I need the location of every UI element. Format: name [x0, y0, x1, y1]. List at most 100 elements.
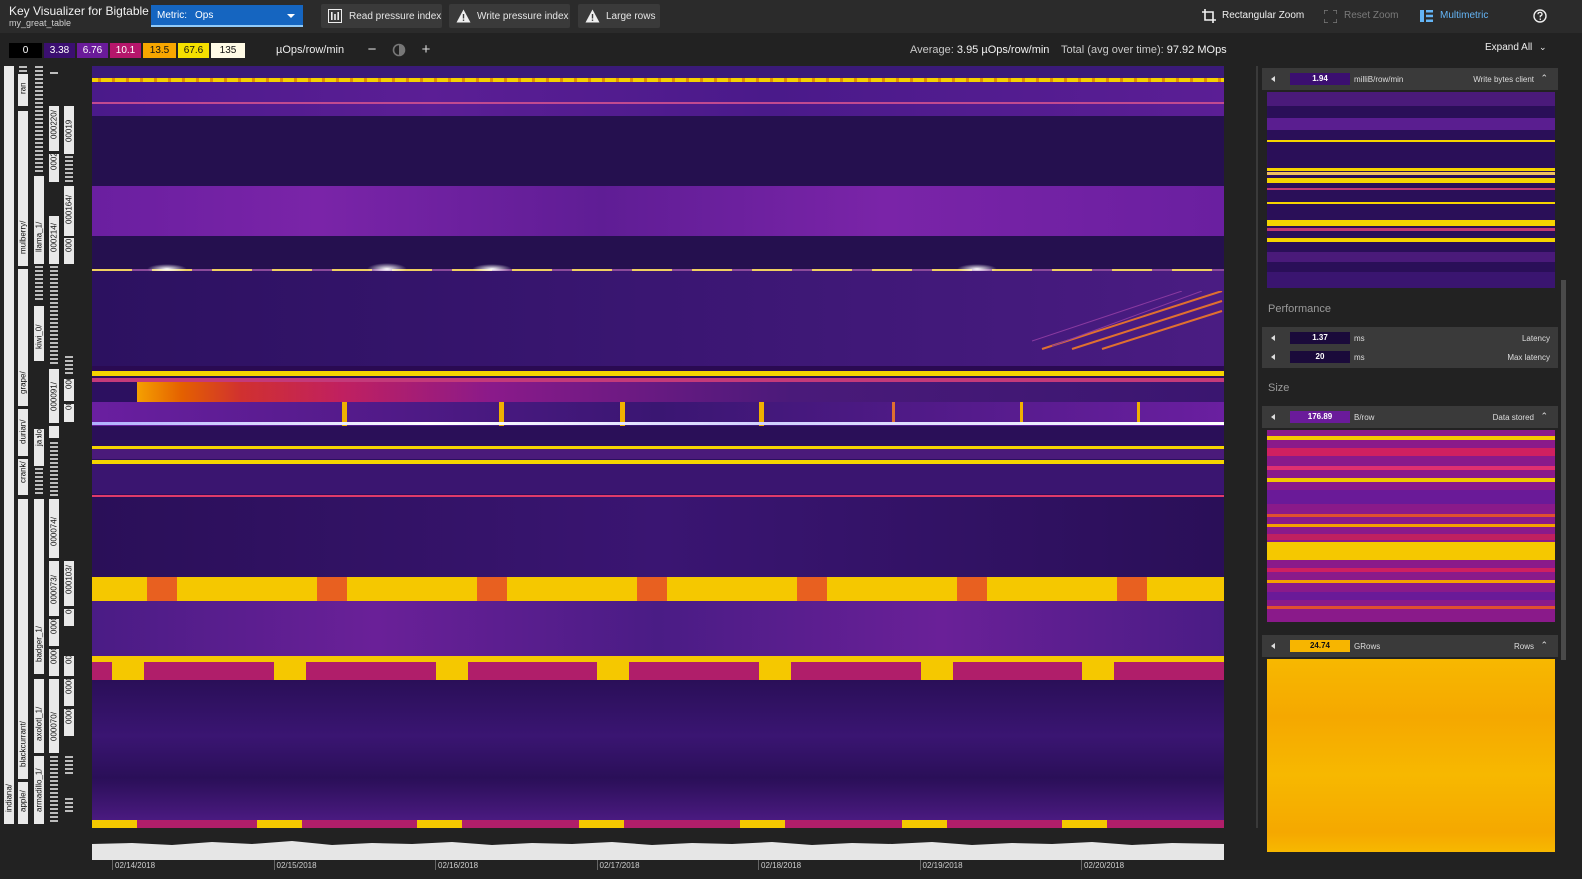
key-0001[interactable]: 0001 [64, 238, 74, 264]
write-bytes-value: 1.94 [1290, 73, 1350, 85]
average-label: Average: [910, 44, 954, 56]
bar-chart-icon [328, 9, 342, 26]
key-prefix-indiana[interactable]: indiana/ [4, 66, 14, 824]
multimetric-label: Multimetric [1440, 10, 1489, 21]
key-prefix-apple[interactable]: apple/ [18, 782, 28, 824]
key-prefix-badger[interactable]: badger_1/ [34, 499, 44, 674]
key-prefix-grape[interactable]: grape/ [18, 269, 28, 406]
key-000074[interactable]: 000074/ [49, 499, 59, 558]
panel-divider[interactable] [1256, 66, 1258, 828]
key-prefix-ran[interactable]: ran [18, 74, 28, 106]
time-tick-label: 02/19/2018 [919, 860, 963, 870]
fullscreen-icon [1324, 10, 1337, 23]
scale-stop-2: 6.76 [77, 43, 108, 58]
time-tick-label: 02/20/2018 [1081, 860, 1124, 870]
decrease-brightness-icon[interactable]: − [363, 40, 381, 60]
help-icon[interactable] [1533, 9, 1547, 23]
multimetric-panel: 1.94 milliB/row/min Write bytes client ⌃… [1262, 66, 1562, 866]
key-000-c[interactable]: 000 [64, 379, 74, 401]
right-panel-scrollbar[interactable] [1561, 280, 1566, 660]
average-stat: Average: 3.95 µOps/row/min [910, 44, 1049, 56]
key-prefix-armadillo[interactable]: armadillo_1/ [34, 756, 44, 824]
key-prefix-ja[interactable]: ja [34, 438, 44, 458]
scale-stop-0: 0 [9, 43, 42, 58]
top-toolbar: Key Visualizer for Bigtable my_great_tab… [0, 0, 1582, 33]
read-pressure-button[interactable]: Read pressure index [321, 4, 442, 28]
max-latency-row[interactable]: 20 ms Max latency [1262, 346, 1558, 368]
arrow-left-icon [1271, 76, 1275, 82]
key-000073[interactable]: 000073/ [49, 561, 59, 616]
rows-unit: GRows [1354, 642, 1381, 651]
key-prefix-durian[interactable]: durian/ [18, 409, 28, 456]
app-title: Key Visualizer for Bigtable [9, 4, 149, 18]
latency-value: 1.37 [1290, 332, 1350, 344]
key-visualizer-heatmap[interactable] [92, 66, 1224, 828]
read-pressure-label: Read pressure index [349, 11, 442, 22]
scale-stop-5: 67.6 [178, 43, 209, 58]
multimetric-icon [1420, 10, 1433, 22]
rows-name: Rows [1513, 642, 1534, 651]
time-tick-label: 02/18/2018 [758, 860, 801, 870]
write-bytes-heatmap[interactable] [1267, 92, 1555, 288]
write-bytes-header[interactable]: 1.94 milliB/row/min Write bytes client ⌃ [1262, 68, 1558, 90]
rows-header[interactable]: 24.74 GRows Rows ⌃ [1262, 635, 1558, 657]
write-pressure-button[interactable]: Write pressure index [449, 4, 570, 28]
metric-label: Metric: [157, 10, 187, 21]
color-scale-bar: 0 3.38 6.76 10.1 13.5 67.6 135 µOps/row/min − … [0, 33, 1582, 66]
key-prefix-kiwi[interactable]: kiwi_0/ [34, 306, 44, 361]
ops-timeline-sparkline [92, 841, 1224, 860]
key-000220[interactable]: 000220/ [49, 106, 59, 151]
chevron-up-icon: ⌃ [1540, 411, 1548, 421]
key-0000-a[interactable]: 0000 [49, 649, 59, 676]
data-stored-heatmap[interactable] [1267, 430, 1555, 622]
key-prefix-mulberry[interactable]: mulberry/ [18, 111, 28, 266]
time-axis: 02/14/2018 02/15/2018 02/16/2018 02/17/2018… [92, 860, 1224, 872]
rows-value: 24.74 [1290, 640, 1350, 652]
arrow-left-icon [1271, 335, 1275, 341]
scale-unit: µOps/row/min [276, 44, 345, 56]
large-rows-button[interactable]: Large rows [578, 4, 660, 28]
key-prefix-crank[interactable]: crank/ [18, 459, 28, 495]
performance-section-title: Performance [1268, 303, 1331, 315]
brightness-icon[interactable] [390, 40, 408, 60]
arrow-left-icon [1271, 414, 1275, 420]
total-stat: Total (avg over time): 97.92 MOps [1061, 44, 1227, 56]
key-000164[interactable]: 000164/ [64, 186, 74, 236]
chevron-up-icon: ⌃ [1540, 73, 1548, 83]
key-0002[interactable]: 0002 [49, 154, 59, 182]
rows-heatmap[interactable] [1267, 659, 1555, 852]
key-0[interactable]: 0 [49, 426, 59, 438]
time-tick-label: 02/17/2018 [596, 860, 640, 870]
key-0000-b[interactable]: 0000 [49, 619, 59, 646]
warning-icon [456, 9, 471, 26]
scale-stop-1: 3.38 [44, 43, 75, 58]
key-000-b[interactable]: 000 [64, 609, 74, 626]
key-prefix-llama[interactable]: llama_1/ [34, 176, 44, 264]
latency-name: Latency [1521, 334, 1550, 343]
arrow-left-icon [1271, 643, 1275, 649]
dropdown-caret-icon [287, 14, 295, 18]
key-prefix-axolotl[interactable]: axolotl_1/ [34, 679, 44, 753]
key-prefix-blackcurrant[interactable]: blackcurrant/ [18, 499, 28, 779]
arrow-left-icon [1271, 354, 1275, 360]
scale-stop-3: 10.1 [110, 43, 141, 58]
key-00019[interactable]: 00019 [64, 106, 74, 154]
key-000-d[interactable]: 000 [64, 404, 74, 422]
metric-value: Ops [195, 10, 214, 21]
key-000070[interactable]: 000070/ [49, 679, 59, 753]
diagonal-streaks [1032, 291, 1223, 350]
latency-unit: ms [1354, 334, 1365, 343]
max-latency-value: 20 [1290, 351, 1350, 363]
rectangular-zoom-label: Rectangular Zoom [1222, 10, 1305, 21]
expand-all-button[interactable]: Expand All ⌄ [1485, 42, 1547, 53]
key-000091[interactable]: 000091/ [49, 369, 59, 423]
key-000-a[interactable]: 000 [64, 656, 74, 676]
increase-brightness-icon[interactable]: + [417, 40, 435, 60]
key-000103[interactable]: 000103/ [64, 561, 74, 606]
data-stored-header[interactable]: 176.89 B/row Data stored ⌃ [1262, 406, 1558, 428]
key-0000-d[interactable]: 0000 [64, 679, 74, 706]
key-000214[interactable]: 000214/ [49, 216, 59, 264]
write-bytes-name: Write bytes client [1473, 75, 1534, 84]
key-0000-c[interactable]: 0000 [64, 709, 74, 736]
metric-select[interactable]: Metric: Ops [151, 5, 303, 27]
